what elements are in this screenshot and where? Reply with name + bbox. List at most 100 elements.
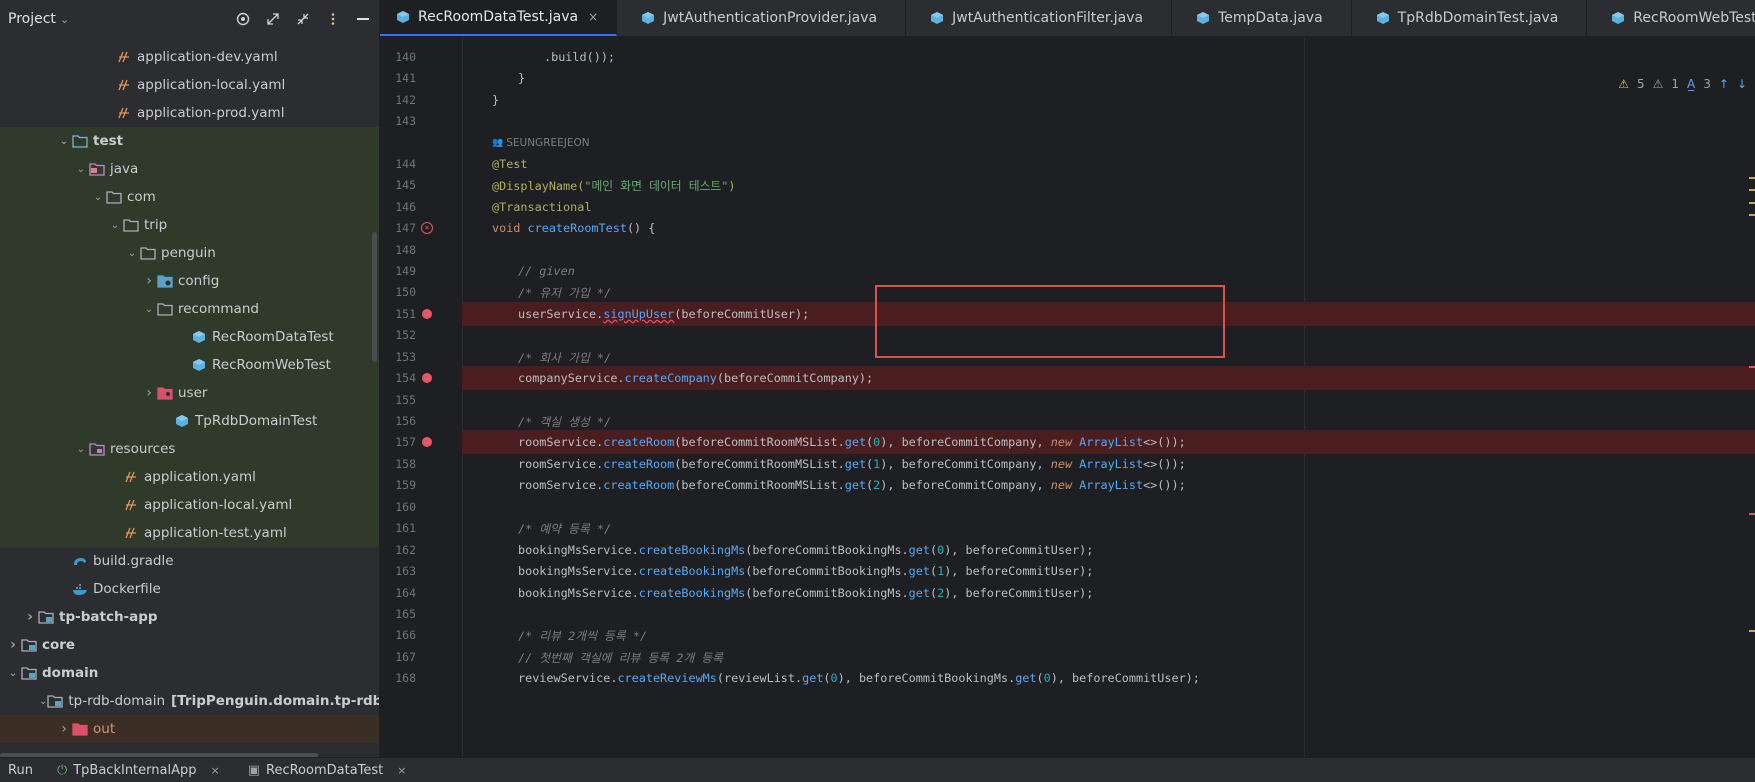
tree-item[interactable]: ⌄ penguin [0, 239, 379, 267]
line-number[interactable]: 161 [380, 521, 416, 535]
chevron-down-icon[interactable]: ⌄ [107, 220, 123, 231]
line-number[interactable]: 159 [380, 478, 416, 492]
line-number[interactable]: 153 [380, 350, 416, 364]
editor-tab[interactable]: RecRoomWebTest.java [1587, 0, 1755, 36]
chevron-down-icon[interactable]: ⌄ [124, 248, 140, 259]
breakpoint-icon[interactable] [422, 373, 432, 383]
tree-item[interactable]: RecRoomWebTest [0, 351, 379, 379]
tree-item[interactable]: Dockerfile [0, 575, 379, 603]
code-line[interactable]: 166 /* 리뷰 2개씩 등록 */ [380, 623, 1755, 647]
close-icon[interactable]: × [397, 764, 406, 777]
tree-item[interactable]: ⌄ domain [0, 659, 379, 687]
chevron-down-icon[interactable]: ⌄ [73, 444, 89, 455]
breakpoint-icon[interactable] [422, 309, 432, 319]
editor-tab[interactable]: TempData.java [1172, 0, 1352, 36]
tree-item[interactable]: ⌄ resources [0, 435, 379, 463]
line-number[interactable]: 140 [380, 50, 416, 64]
line-number[interactable]: 148 [380, 243, 416, 257]
editor-tab[interactable]: RecRoomDataTest.java × [380, 0, 618, 36]
line-number[interactable]: 145 [380, 178, 416, 192]
line-number[interactable]: 143 [380, 114, 416, 128]
code-line[interactable]: 141} [380, 66, 1755, 90]
line-number[interactable]: 160 [380, 500, 416, 514]
tree-item[interactable]: ⌄ trip [0, 211, 379, 239]
tree-item[interactable]: application-test.yaml [0, 519, 379, 547]
code-line[interactable]: 161 /* 예약 등록 */ [380, 516, 1755, 540]
tree-item[interactable]: ⌄ tp-rdb-domain [TripPenguin.domain.tp-rdb… [0, 687, 379, 715]
tree-item[interactable]: › config [0, 267, 379, 295]
code-editor[interactable]: ⚠ 5 ⚠ 1 A̲ 3 ↑ ↓ 140 .build()); 141} 142} 143 👥 S… [380, 37, 1755, 757]
tree-item[interactable]: build.gradle [0, 547, 379, 575]
tree-item[interactable]: ⌄ test [0, 127, 379, 155]
chevron-down-icon[interactable]: ⌄ [60, 13, 69, 26]
project-title[interactable]: Project [8, 11, 56, 27]
line-number[interactable]: 156 [380, 414, 416, 428]
close-icon[interactable]: × [588, 10, 598, 24]
options-icon[interactable] [325, 11, 341, 27]
tree-item[interactable]: application-local.yaml [0, 491, 379, 519]
tree-item[interactable]: RecRoomDataTest [0, 323, 379, 351]
line-number[interactable]: 157 [380, 435, 416, 449]
chevron-down-icon[interactable]: ⌄ [141, 304, 157, 315]
line-number[interactable]: 144 [380, 157, 416, 171]
line-number[interactable]: 167 [380, 650, 416, 664]
code-line[interactable]: 143 [380, 109, 1755, 133]
chevron-right-icon[interactable]: › [5, 637, 21, 653]
line-number[interactable]: 165 [380, 607, 416, 621]
line-number[interactable]: 154 [380, 371, 416, 385]
chevron-right-icon[interactable]: › [141, 273, 157, 289]
expand-all-icon[interactable] [265, 11, 281, 27]
line-number[interactable]: 155 [380, 393, 416, 407]
chevron-right-icon[interactable]: › [22, 609, 38, 625]
code-line[interactable]: 163 bookingMsService.createBookingMs(befo… [380, 559, 1755, 583]
error-icon[interactable]: × [421, 222, 433, 234]
code-line[interactable]: 159 roomService.createRoom(beforeCommitRo… [380, 473, 1755, 497]
run-tool-label[interactable]: Run [0, 763, 43, 778]
hide-icon[interactable] [355, 11, 371, 27]
tree-item[interactable]: application-local.yaml [0, 71, 379, 99]
line-number[interactable]: 163 [380, 564, 416, 578]
chevron-down-icon[interactable]: ⌄ [56, 136, 72, 147]
prev-highlight-icon[interactable]: ↑ [1719, 77, 1729, 91]
tree-item[interactable]: ⌄ recommand [0, 295, 379, 323]
line-number[interactable]: 152 [380, 328, 416, 342]
line-number[interactable]: 158 [380, 457, 416, 471]
tree-item[interactable]: ⌄ com [0, 183, 379, 211]
code-line[interactable]: 145 @DisplayName("메인 화면 데이터 테스트") [380, 173, 1755, 197]
tree-item[interactable]: › out [0, 715, 379, 743]
tree-item[interactable]: › tp-batch-app [0, 603, 379, 631]
code-line[interactable]: 147 × void createRoomTest() { [380, 216, 1755, 240]
editor-tab[interactable]: JwtAuthenticationFilter.java [906, 0, 1173, 36]
breakpoint-icon[interactable] [422, 437, 432, 447]
line-number[interactable]: 164 [380, 586, 416, 600]
line-number[interactable]: 149 [380, 264, 416, 278]
editor-tab[interactable]: JwtAuthenticationProvider.java [617, 0, 907, 36]
chevron-right-icon[interactable]: › [56, 721, 72, 737]
chevron-down-icon[interactable]: ⌄ [90, 192, 106, 203]
chevron-down-icon[interactable]: ⌄ [39, 696, 47, 707]
line-number[interactable]: 168 [380, 671, 416, 685]
line-number[interactable]: 150 [380, 285, 416, 299]
code-line[interactable]: 157 roomService.createRoom(beforeCommitRo… [380, 430, 1755, 454]
collapse-all-icon[interactable] [295, 11, 311, 27]
tree-item[interactable]: application.yaml [0, 463, 379, 491]
run-tab-recroomdatatest[interactable]: ▣ RecRoomDataTest × [234, 763, 421, 778]
line-number[interactable]: 166 [380, 628, 416, 642]
line-number[interactable]: 151 [380, 307, 416, 321]
tree-item[interactable]: ⌄ java [0, 155, 379, 183]
line-number[interactable]: 142 [380, 93, 416, 107]
author-hint[interactable]: 👥 SEUNGREEJEON [492, 137, 590, 149]
run-tab-tpbackinternalapp[interactable]: ⏻ TpBackInternalApp × [43, 763, 234, 778]
chevron-down-icon[interactable]: ⌄ [73, 164, 89, 175]
tree-item[interactable]: application-dev.yaml [0, 43, 379, 71]
close-icon[interactable]: × [211, 764, 220, 777]
error-stripe[interactable] [1747, 37, 1755, 757]
tree-item[interactable]: application-prod.yaml [0, 99, 379, 127]
chevron-down-icon[interactable]: ⌄ [5, 668, 21, 679]
tree-item[interactable]: TpRdbDomainTest [0, 407, 379, 435]
editor-tab[interactable]: TpRdbDomainTest.java [1352, 0, 1588, 36]
next-highlight-icon[interactable]: ↓ [1737, 77, 1747, 91]
locate-icon[interactable] [235, 11, 251, 27]
line-number[interactable]: 147 [380, 221, 416, 235]
line-number[interactable]: 141 [380, 71, 416, 85]
